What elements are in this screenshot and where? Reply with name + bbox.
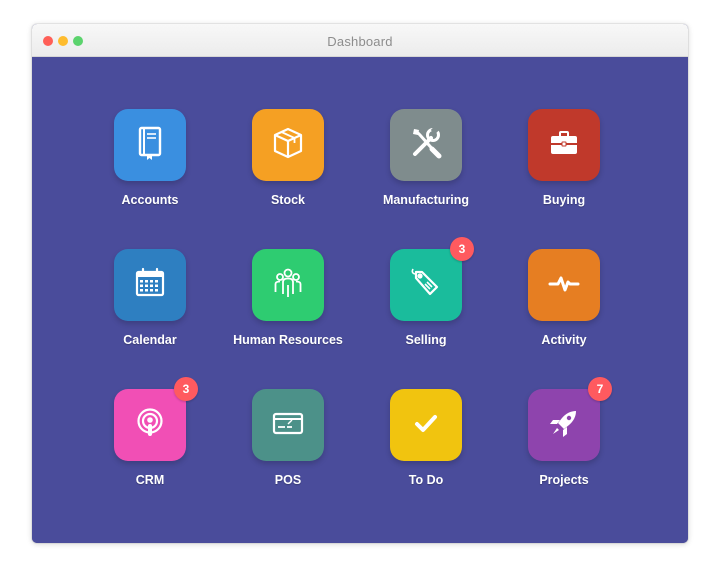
people-icon — [268, 263, 308, 308]
credit-card-icon — [268, 403, 308, 448]
app-selling-tile[interactable] — [390, 249, 462, 321]
tag-icon — [406, 263, 446, 308]
app-label: Activity — [541, 333, 587, 347]
app-accounts-tile[interactable] — [114, 109, 186, 181]
app-label: To Do — [408, 473, 444, 487]
app-label: Accounts — [121, 193, 179, 207]
projects-notification-badge: 7 — [588, 377, 612, 401]
app-label: POS — [274, 473, 302, 487]
app-crm-tile[interactable] — [114, 389, 186, 461]
app-calendar-tile[interactable] — [114, 249, 186, 321]
book-icon — [130, 123, 170, 168]
app-manufacturing[interactable]: Manufacturing — [356, 109, 496, 219]
app-label: Selling — [405, 333, 447, 347]
app-calendar[interactable]: Calendar — [80, 249, 220, 359]
app-label: Buying — [542, 193, 586, 207]
app-label: Human Resources — [233, 333, 343, 347]
app-label: Manufacturing — [382, 193, 470, 207]
crm-notification-badge: 3 — [174, 377, 198, 401]
app-pos[interactable]: POS — [218, 389, 358, 499]
app-stock-tile[interactable] — [252, 109, 324, 181]
app-grid: Accounts Stock Manufacturing Buying Cale… — [32, 57, 688, 543]
app-to-do[interactable]: To Do — [356, 389, 496, 499]
podcast-icon — [130, 403, 170, 448]
app-pos-tile[interactable] — [252, 389, 324, 461]
briefcase-icon — [544, 123, 584, 168]
app-buying[interactable]: Buying — [494, 109, 634, 219]
window-title: Dashboard — [327, 34, 393, 49]
title-bar: Dashboard — [32, 24, 688, 57]
check-icon — [406, 403, 446, 448]
selling-notification-badge: 3 — [450, 237, 474, 261]
app-buying-tile[interactable] — [528, 109, 600, 181]
app-activity[interactable]: Activity — [494, 249, 634, 359]
rocket-icon — [544, 403, 584, 448]
dashboard-window: Dashboard Accounts Stock Manufacturing B… — [32, 24, 688, 543]
app-label: Projects — [539, 473, 589, 487]
app-stock[interactable]: Stock — [218, 109, 358, 219]
app-to-do-tile[interactable] — [390, 389, 462, 461]
box-icon — [268, 123, 308, 168]
tools-icon — [406, 123, 446, 168]
app-human-resources-tile[interactable] — [252, 249, 324, 321]
app-selling[interactable]: 3 Selling — [356, 237, 496, 359]
app-label: Stock — [270, 193, 306, 207]
calendar-icon — [130, 263, 170, 308]
app-human-resources[interactable]: Human Resources — [218, 249, 358, 359]
app-manufacturing-tile[interactable] — [390, 109, 462, 181]
app-activity-tile[interactable] — [528, 249, 600, 321]
app-projects[interactable]: 7 Projects — [494, 377, 634, 499]
app-label: Calendar — [123, 333, 177, 347]
app-label: CRM — [135, 473, 165, 487]
pulse-icon — [544, 263, 584, 308]
app-projects-tile[interactable] — [528, 389, 600, 461]
app-accounts[interactable]: Accounts — [80, 109, 220, 219]
app-crm[interactable]: 3 CRM — [80, 377, 220, 499]
